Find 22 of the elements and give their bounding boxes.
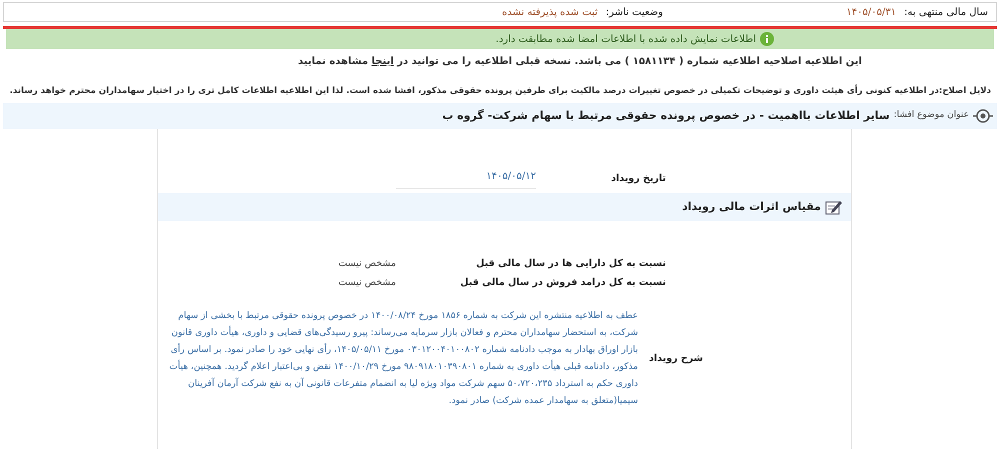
fiscal-year-label: سال مالی منتهی به: [904, 6, 988, 20]
target-icon [973, 108, 993, 124]
event-date-label: تاریخ رویداد [610, 172, 666, 186]
impact-label: نسبت به کل درامد فروش در سال مالی قبل [459, 276, 666, 290]
section-title: مقیاس اثرات مالی رویداد [682, 198, 821, 215]
correction-reason: دلایل اصلاح:در اطلاعیه کنونی رأی هیئت داوری و توضیحات تکمیلی در خصوص تغییرات درصد مالکیت برای طرفین پرونده حقوقی مذکور، افشا شده است. لذا این اطلاعیه اطلاعات کامل تری را در اختیار سهامداران محترم خواهد رساند. [8, 85, 992, 98]
event-date-value: ۱۴۰۵/۰۵/۱۲ [396, 168, 536, 189]
publisher-status-value: ثبت شده پذیرفته نشده [502, 6, 598, 20]
correction-notice: این اطلاعیه اصلاحیه اطلاعیه شماره ( ۱۵۸۱۱۳۴ ) می باشد. نسخه قبلی اطلاعیه را می توانید در اینجا مشاهده نمایید [297, 55, 863, 69]
publisher-status-label: وضعیت ناشر: [606, 6, 663, 20]
event-description-label: شرح رویداد [648, 352, 703, 366]
event-description-text: عطف به اطلاعیه منتشره این شرکت به شماره ۱۸۵۶ مورخ ۱۴۰۰/۰۸/۲۴ در خصوص پرونده حقوقی مرتبط با بخشی از سهام شرکت، به استحضار سهامداران محترم و فعالان بازار سرمایه می‌رساند: پیرو رسیدگی‌های قضایی و داوری، هیأت داوری قانون بازار اوراق بهادار به موجب دادنامه شماره ۰۳۰۱۲۰۰۴۰۱۰۰۸۰۲ مورخ ۱۴۰۵/۰۵/۱۱، رأی نهایی خود را صادر نمود. بر اساس رأی مذکور، دادنامه قبلی هیأت داوری به شماره ۹۸۰۹۱۸۰۱۰۳۹۰۸۰۱ مورخ ۱۴۰۰/۱۰/۲۹ نقض و بی‌اعتبار اعلام گردید. همچنین، هیأت داوری حکم به استرداد ۵۰،۷۲۰،۲۳۵ سهم شرکت مواد ویژه لیا به انضمام متفرعات قانونی آن به نفع شرکت آرمان آفرینان سیمیا(متعلق به سهامدار عمده شرکت) صادر نمود. [168, 310, 638, 408]
fiscal-year-value: ۱۴۰۵/۰۵/۳۱ [846, 6, 896, 20]
subject-title: سایر اطلاعات بااهمیت - در خصوص پرونده حقوقی مرتبط با سهام شرکت- گروه ب [442, 108, 890, 124]
impact-label: نسبت به کل دارایی ها در سال مالی قبل [475, 256, 666, 271]
edit-icon [825, 198, 843, 215]
here-link[interactable]: اینجا [372, 56, 394, 67]
impact-value: مشخص نیست [338, 256, 396, 271]
subject-label: عنوان موضوع افشا: [894, 109, 969, 122]
info-icon [760, 32, 774, 46]
impact-value: مشخص نیست [338, 276, 396, 290]
verification-message: اطلاعات نمایش داده شده با اطلاعات امضا شده مطابقت دارد. [496, 32, 756, 46]
